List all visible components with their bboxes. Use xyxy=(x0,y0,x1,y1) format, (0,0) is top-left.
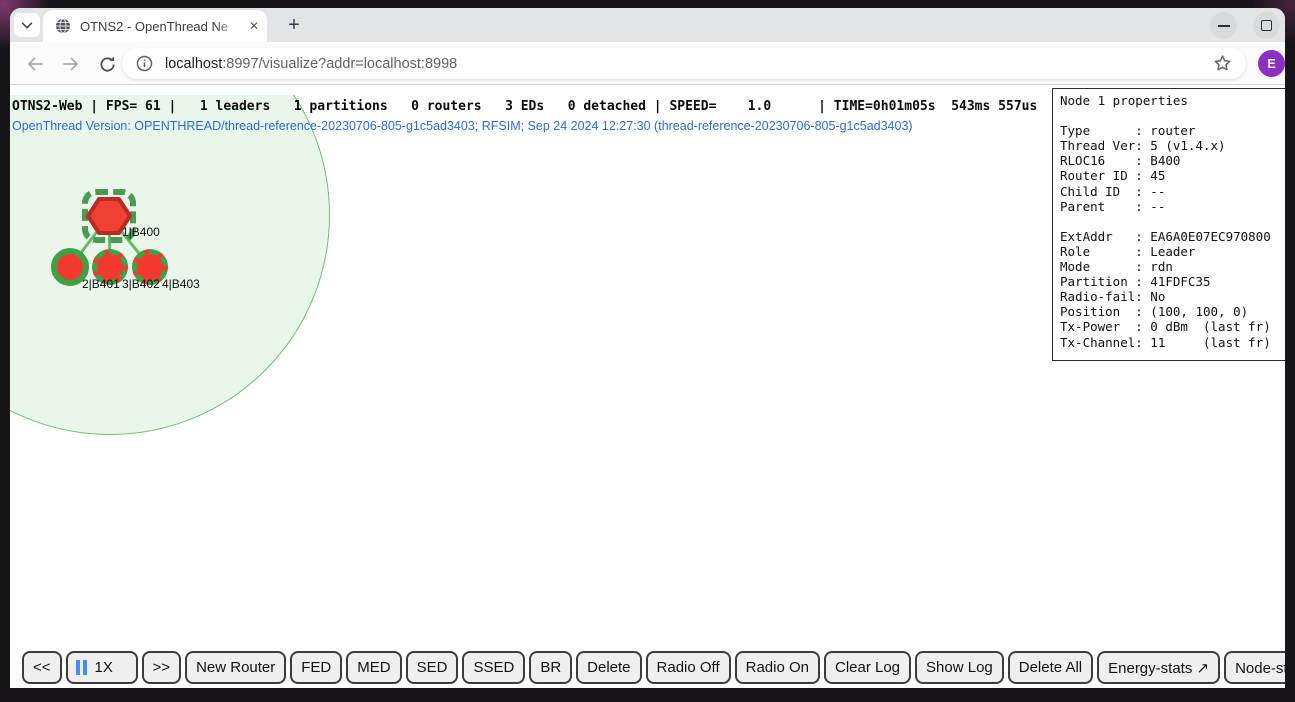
node-3-label: 3|B402 xyxy=(122,277,160,291)
minimize-icon xyxy=(1218,25,1230,27)
tab-close-icon[interactable]: ✕ xyxy=(249,20,259,32)
address-bar[interactable]: localhost:8997/visualize?addr=localhost:… xyxy=(122,48,1246,79)
reload-icon xyxy=(98,55,117,74)
pause-icon xyxy=(76,660,87,675)
tab-otns2[interactable]: OTNS2 - OpenThread Ne ✕ xyxy=(43,10,267,42)
url-path: :8997/visualize?addr=localhost:8998 xyxy=(222,56,457,72)
otns-page: 1|B400 2|B401 3|B402 4|B403 OTNS2-Web | … xyxy=(10,85,1285,688)
new-router-button[interactable]: New Router xyxy=(185,651,286,684)
speed-value: 1X xyxy=(95,659,113,676)
show-log-button[interactable]: Show Log xyxy=(915,651,1004,684)
tab-search-button[interactable] xyxy=(14,13,40,37)
back-button[interactable] xyxy=(22,51,48,77)
maximize-button[interactable] xyxy=(1253,12,1280,39)
page-info-icon[interactable] xyxy=(136,55,153,72)
tab-strip: OTNS2 - OpenThread Ne ✕ + xyxy=(10,8,1285,42)
forward-button[interactable] xyxy=(58,51,84,77)
delete-button[interactable]: Delete xyxy=(576,651,641,684)
browser-window: OTNS2 - OpenThread Ne ✕ + localhost:8997… xyxy=(10,8,1285,688)
speed-down-button[interactable]: << xyxy=(22,651,62,684)
network-canvas[interactable]: 1|B400 2|B401 3|B402 4|B403 OTNS2-Web | … xyxy=(10,95,1052,687)
energy-stats-button[interactable]: Energy-stats ↗ xyxy=(1097,651,1220,684)
delete-all-button[interactable]: Delete All xyxy=(1008,651,1093,684)
openthread-version-line: OpenThread Version: OPENTHREAD/thread-re… xyxy=(12,119,913,133)
node-stats-button[interactable]: Node-stats ↗ xyxy=(1224,651,1285,684)
new-tab-button[interactable]: + xyxy=(282,13,306,37)
navigation-bar: localhost:8997/visualize?addr=localhost:… xyxy=(10,42,1285,85)
simulation-status-line: OTNS2-Web | FPS= 61 | 1 leaders 1 partit… xyxy=(12,99,1037,114)
fed-button[interactable]: FED xyxy=(290,651,342,684)
node-4-label: 4|B403 xyxy=(162,277,200,291)
minimize-button[interactable] xyxy=(1210,12,1237,39)
url-host: localhost xyxy=(165,56,222,72)
sed-button[interactable]: SED xyxy=(406,651,459,684)
speed-display-button[interactable]: 1X xyxy=(66,651,138,684)
profile-avatar[interactable]: E xyxy=(1258,50,1285,77)
br-button[interactable]: BR xyxy=(529,651,572,684)
radio-on-button[interactable]: Radio On xyxy=(735,651,820,684)
control-toolbar: << 1X >> New Router FED MED SED SSED BR … xyxy=(10,651,1285,684)
node-1-label: 1|B400 xyxy=(122,225,160,239)
speed-up-button[interactable]: >> xyxy=(142,651,182,684)
forward-arrow-icon xyxy=(61,54,81,74)
maximize-icon xyxy=(1261,20,1272,31)
med-button[interactable]: MED xyxy=(346,651,401,684)
reload-button[interactable] xyxy=(94,51,120,77)
clear-log-button[interactable]: Clear Log xyxy=(824,651,911,684)
back-arrow-icon xyxy=(25,54,45,74)
bookmark-star-icon[interactable] xyxy=(1213,54,1232,73)
tab-title: OTNS2 - OpenThread Ne xyxy=(80,19,243,34)
url-text[interactable]: localhost:8997/visualize?addr=localhost:… xyxy=(165,56,1213,72)
globe-favicon-icon xyxy=(55,18,71,34)
node-properties-text: Node 1 properties Type : router Thread V… xyxy=(1060,93,1282,350)
chevron-down-icon xyxy=(19,17,35,33)
node-properties-panel: Node 1 properties Type : router Thread V… xyxy=(1052,88,1285,361)
ssed-button[interactable]: SSED xyxy=(462,651,525,684)
node-2-label: 2|B401 xyxy=(82,277,120,291)
radio-off-button[interactable]: Radio Off xyxy=(646,651,731,684)
